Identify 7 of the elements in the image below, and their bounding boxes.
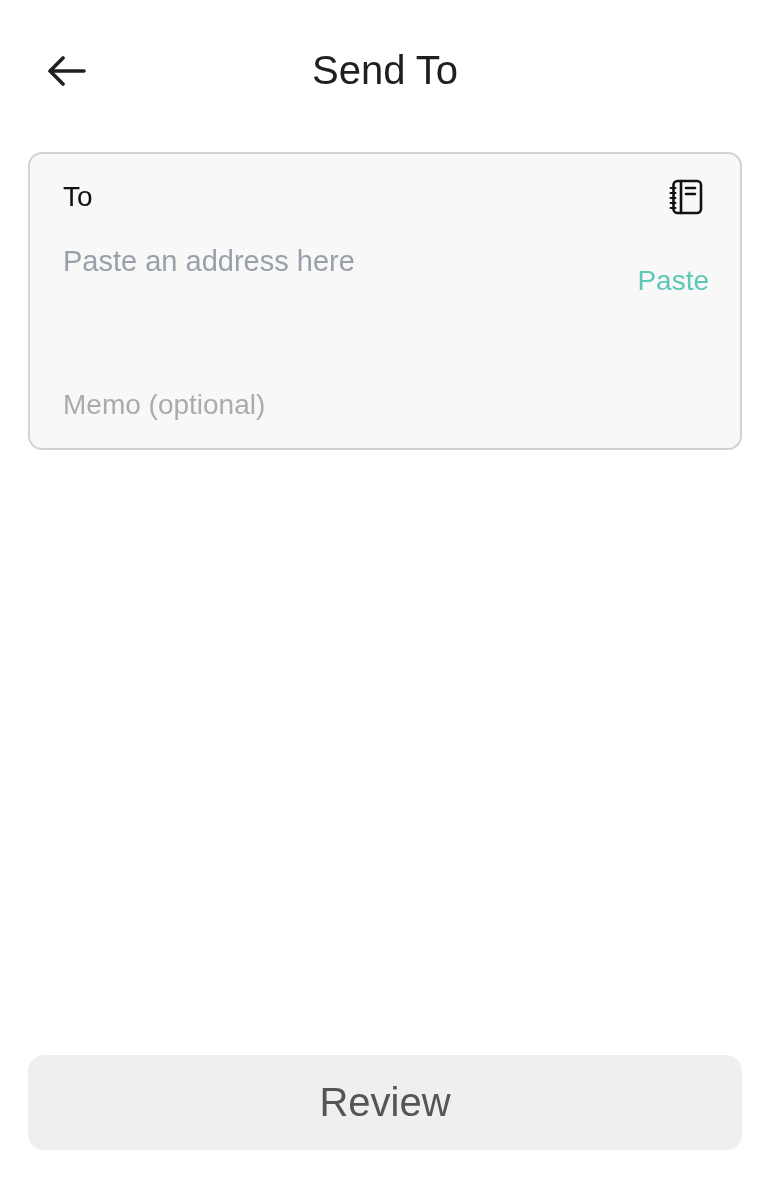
- page-title: Send To: [311, 47, 459, 93]
- address-field[interactable]: Paste an address here: [63, 244, 622, 370]
- to-label: To: [63, 180, 93, 214]
- address-book-icon[interactable]: [669, 179, 703, 215]
- recipient-field[interactable]: To Paste an address here Paste Memo (optional): [28, 152, 742, 450]
- back-arrow-icon[interactable]: [48, 56, 86, 86]
- memo-field[interactable]: Memo (optional): [63, 388, 707, 422]
